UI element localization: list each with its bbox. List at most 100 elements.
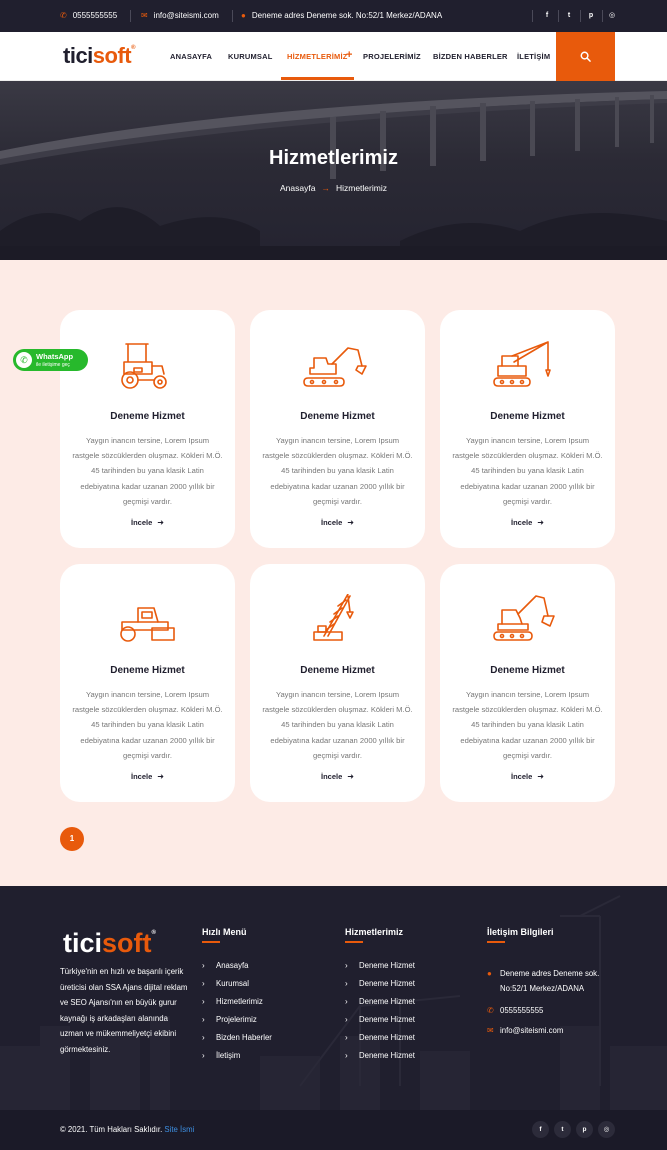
nav-item-bizden-haberler[interactable]: BİZDEN HABERLER	[433, 52, 508, 61]
chevron-right-icon: ›	[345, 979, 348, 988]
chevron-right-icon: ›	[345, 997, 348, 1006]
footer-service-item-label: Deneme Hizmet	[359, 1051, 415, 1060]
services-section: Deneme Hizmet Yaygın inancın tersine, Lo…	[0, 260, 667, 886]
footer-service-item[interactable]: › Deneme Hizmet	[345, 1014, 415, 1032]
excavator-icon	[303, 347, 367, 387]
service-more-link[interactable]: İncele ➜	[440, 772, 615, 781]
topbar-email[interactable]: ✉ info@siteismi.com	[141, 11, 219, 20]
crane-truck-icon	[493, 341, 551, 387]
divider	[602, 10, 603, 22]
footer-logo-part2: soft	[102, 928, 152, 958]
nav-item-hizmetlerimiz[interactable]: HİZMETLERİMİZ	[287, 52, 348, 61]
whatsapp-button[interactable]: ✆ WhatsApp ile iletişime geç	[13, 349, 88, 371]
more-label: İncele	[511, 518, 533, 527]
nav-item-anasayfa[interactable]: ANASAYFA	[170, 52, 212, 61]
service-more-link[interactable]: İncele ➜	[60, 518, 235, 527]
more-label: İncele	[131, 772, 153, 781]
service-more-link[interactable]: İncele ➜	[60, 772, 235, 781]
phone-icon: ✆	[487, 1006, 494, 1015]
twitter-icon[interactable]: t	[563, 10, 575, 22]
footer-service-item-label: Deneme Hizmet	[359, 1033, 415, 1042]
service-more-link[interactable]: İncele ➜	[440, 518, 615, 527]
footer-service-item[interactable]: › Deneme Hizmet	[345, 978, 415, 996]
chevron-right-icon: ›	[345, 961, 348, 970]
footer-menu-list: › Anasayfa › Kurumsal › Hizmetlerimiz › Proj…	[202, 960, 272, 1068]
footer-menu-item[interactable]: › Anasayfa	[202, 960, 272, 978]
instagram-icon[interactable]: ◎	[598, 1121, 615, 1138]
topbar-address-text: Deneme adres Deneme sok. No:52/1 Merkez/…	[251, 11, 443, 20]
more-label: İncele	[321, 518, 343, 527]
divider	[130, 10, 131, 22]
footer-menu-item[interactable]: › Kurumsal	[202, 978, 272, 996]
twitter-icon[interactable]: t	[554, 1121, 571, 1138]
chevron-right-icon: ›	[202, 1015, 205, 1024]
footer-service-item-label: Deneme Hizmet	[359, 997, 415, 1006]
service-card[interactable]: Deneme Hizmet Yaygın inancın tersine, Lo…	[250, 564, 425, 802]
service-card[interactable]: Deneme Hizmet Yaygın inancın tersine, Lo…	[60, 310, 235, 548]
pinterest-icon[interactable]: p	[585, 10, 597, 22]
footer-menu-item-label: İletişim	[216, 1051, 241, 1060]
footer-menu-title: Hızlı Menü	[202, 927, 247, 943]
service-card[interactable]: Deneme Hizmet Yaygın inancın tersine, Lo…	[60, 564, 235, 802]
facebook-icon[interactable]: f	[541, 10, 553, 22]
bridge-background-image	[0, 91, 667, 260]
footer-service-item[interactable]: › Deneme Hizmet	[345, 1032, 415, 1050]
chevron-right-icon: ›	[202, 961, 205, 970]
footer-email[interactable]: ✉ info@siteismi.com	[487, 1023, 563, 1038]
search-button[interactable]	[556, 32, 615, 81]
logo-part2: soft	[92, 43, 132, 68]
footer-logo-mark: ®	[151, 930, 156, 936]
divider	[232, 10, 233, 22]
footer-menu-item-label: Projelerimiz	[216, 1015, 257, 1024]
nav-active-indicator	[281, 77, 354, 80]
topbar-email-text: info@siteismi.com	[153, 11, 219, 20]
instagram-icon[interactable]: ◎	[606, 10, 618, 22]
site-logo[interactable]: ticisoft®	[63, 43, 136, 69]
footer-description: Türkiye'nin en hızlı ve başarılı içerik …	[60, 967, 188, 1054]
chevron-right-icon: ›	[202, 1033, 205, 1042]
footer-menu-item-label: Bizden Haberler	[216, 1033, 272, 1042]
nav-item-iletisim[interactable]: İLETİŞİM	[517, 52, 550, 61]
footer-menu-item[interactable]: › Projelerimiz	[202, 1014, 272, 1032]
envelope-icon: ✉	[141, 10, 148, 20]
footer-menu-item[interactable]: › Bizden Haberler	[202, 1032, 272, 1050]
footer-menu-item[interactable]: › İletişim	[202, 1050, 272, 1068]
pagination-page-1[interactable]: 1	[60, 827, 84, 851]
service-title: Deneme Hizmet	[490, 411, 565, 422]
footer-services-title-text: Hizmetlerimiz	[345, 927, 404, 937]
nav-plus-icon[interactable]: +	[346, 49, 352, 61]
footer-phone-text: 0555555555	[500, 1006, 544, 1015]
footer-menu-item[interactable]: › Hizmetlerimiz	[202, 996, 272, 1014]
footer-contact-title-text: İletişim Bilgileri	[487, 927, 554, 937]
topbar-address: ● Deneme adres Deneme sok. No:52/1 Merke…	[241, 11, 442, 20]
nav-item-projelerimiz[interactable]: PROJELERİMİZ	[363, 52, 421, 61]
title-underline	[487, 941, 505, 943]
footer-service-item[interactable]: › Deneme Hizmet	[345, 960, 415, 978]
footer-phone[interactable]: ✆ 0555555555	[487, 1003, 543, 1018]
service-more-link[interactable]: İncele ➜	[250, 772, 425, 781]
chevron-right-icon: ›	[345, 1033, 348, 1042]
service-card[interactable]: Deneme Hizmet Yaygın inancın tersine, Lo…	[440, 564, 615, 802]
nav-item-kurumsal[interactable]: KURUMSAL	[228, 52, 273, 61]
site-name-link[interactable]: Site İsmi	[164, 1125, 194, 1134]
service-title: Deneme Hizmet	[110, 411, 185, 422]
topbar-phone[interactable]: ✆ 0555555555	[60, 11, 117, 20]
service-card[interactable]: Deneme Hizmet Yaygın inancın tersine, Lo…	[250, 310, 425, 548]
title-underline	[202, 941, 220, 943]
arrow-right-icon: ➜	[537, 518, 544, 527]
footer-logo[interactable]: ticisoft®	[63, 928, 156, 959]
breadcrumb-home[interactable]: Anasayfa	[280, 183, 315, 193]
search-icon	[580, 51, 591, 62]
footer-email-text: info@siteismi.com	[500, 1026, 564, 1035]
footer-address-text: Deneme adres Deneme sok. No:52/1 Merkez/…	[500, 969, 600, 993]
whatsapp-sublabel: ile iletişime geç	[36, 362, 70, 368]
service-description: Yaygın inancın tersine, Lorem Ipsum rast…	[72, 436, 223, 506]
tower-crane-icon	[313, 594, 354, 641]
service-more-link[interactable]: İncele ➜	[250, 518, 425, 527]
facebook-icon[interactable]: f	[532, 1121, 549, 1138]
footer-service-item[interactable]: › Deneme Hizmet	[345, 1050, 415, 1068]
service-description: Yaygın inancın tersine, Lorem Ipsum rast…	[262, 690, 413, 760]
pinterest-icon[interactable]: p	[576, 1121, 593, 1138]
footer-service-item[interactable]: › Deneme Hizmet	[345, 996, 415, 1014]
service-card[interactable]: Deneme Hizmet Yaygın inancın tersine, Lo…	[440, 310, 615, 548]
